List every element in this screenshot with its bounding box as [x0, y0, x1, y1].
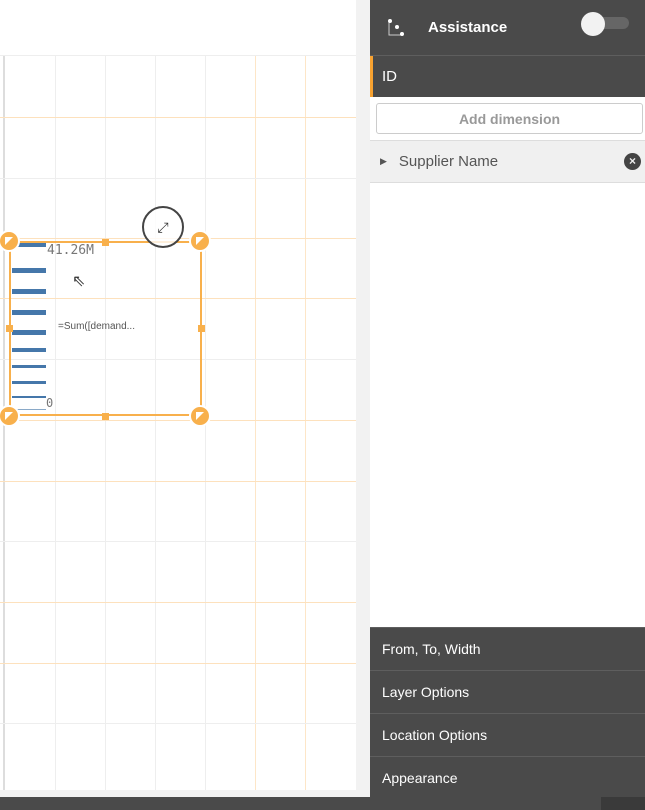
- resize-handle-left[interactable]: [6, 325, 13, 332]
- expand-icon[interactable]: ⤢: [142, 206, 184, 248]
- properties-panel: Assistance ID Add dimension ▶ Supplier N…: [370, 0, 645, 799]
- resize-handle-bottom-left[interactable]: [0, 405, 20, 427]
- remove-icon[interactable]: ×: [624, 153, 641, 170]
- assistance-toggle[interactable]: [581, 12, 629, 36]
- selection-frame[interactable]: [9, 241, 202, 416]
- section-id[interactable]: ID: [370, 56, 645, 97]
- grid-line: [0, 481, 356, 482]
- grid-line: [55, 56, 56, 790]
- section-from-to-width[interactable]: From, To, Width: [370, 627, 645, 670]
- section-location-options[interactable]: Location Options: [370, 713, 645, 756]
- resize-handle-bottom-right[interactable]: [189, 405, 211, 427]
- expand-triangle-icon[interactable]: ▶: [380, 156, 387, 167]
- section-appearance[interactable]: Appearance: [370, 756, 645, 799]
- grid-line: [255, 56, 256, 790]
- resize-handle-top[interactable]: [102, 239, 109, 246]
- grid-line: [0, 178, 356, 179]
- resize-handle-right[interactable]: [198, 325, 205, 332]
- grid-line: [0, 602, 356, 603]
- panel-title: Assistance: [428, 19, 508, 36]
- mouse-cursor-icon: ⇖: [72, 273, 86, 290]
- resize-handle-top-right[interactable]: [189, 230, 211, 252]
- section-layer-options[interactable]: Layer Options: [370, 670, 645, 713]
- grid-line: [0, 420, 356, 421]
- grid-line: [0, 663, 356, 664]
- grid-line: [0, 117, 356, 118]
- grid-line: [305, 56, 306, 790]
- resize-handle-bottom[interactable]: [102, 413, 109, 420]
- sheet-canvas[interactable]: 41.26M 0 =Sum([demand... ⤢ ⇖: [0, 0, 356, 790]
- dimension-item[interactable]: ▶ Supplier Name ×: [370, 140, 645, 183]
- bottom-bar: [0, 797, 645, 810]
- grid-line: [155, 56, 156, 790]
- add-dimension-button[interactable]: Add dimension: [376, 103, 643, 134]
- scatter-icon: [388, 18, 404, 36]
- panel-header: Assistance: [370, 0, 645, 56]
- canvas-top-band: [0, 0, 356, 56]
- dimension-label: Supplier Name: [398, 153, 499, 170]
- grid-line: [0, 723, 356, 724]
- grid-line: [105, 56, 106, 790]
- grid-line: [0, 541, 356, 542]
